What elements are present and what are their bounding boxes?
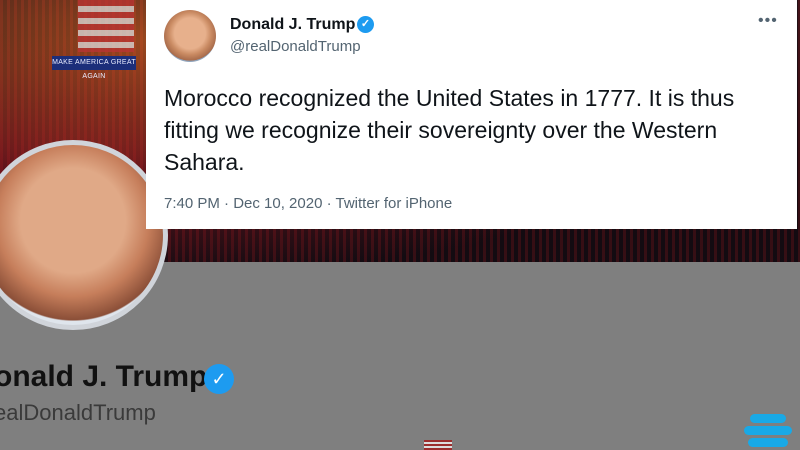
us-flag-graphic bbox=[78, 0, 134, 52]
profile-handle: ealDonaldTrump bbox=[0, 400, 156, 425]
verified-badge-icon: ✓ bbox=[357, 16, 374, 33]
profile-verified-badge-icon: ✓ bbox=[204, 364, 234, 394]
flag-emoji-icon bbox=[424, 440, 452, 450]
profile-display-name: onald J. Trump bbox=[0, 360, 208, 393]
channel-logo-icon bbox=[744, 410, 792, 450]
rally-sign: MAKE AMERICA GREAT AGAIN bbox=[52, 56, 136, 80]
tweet-author-name[interactable]: Donald J. Trump bbox=[230, 16, 355, 34]
tweet-text: Morocco recognized the United States in … bbox=[164, 85, 735, 175]
tweet-card: Donald J. Trump ✓ @realDonaldTrump ••• M… bbox=[146, 0, 797, 229]
tweet-author-handle[interactable]: @realDonaldTrump bbox=[230, 38, 361, 55]
tweet-author-avatar[interactable] bbox=[164, 10, 216, 62]
tweet-timestamp[interactable]: 7:40 PM · Dec 10, 2020 · Twitter for iPh… bbox=[164, 195, 452, 212]
more-options-icon[interactable]: ••• bbox=[758, 12, 778, 30]
